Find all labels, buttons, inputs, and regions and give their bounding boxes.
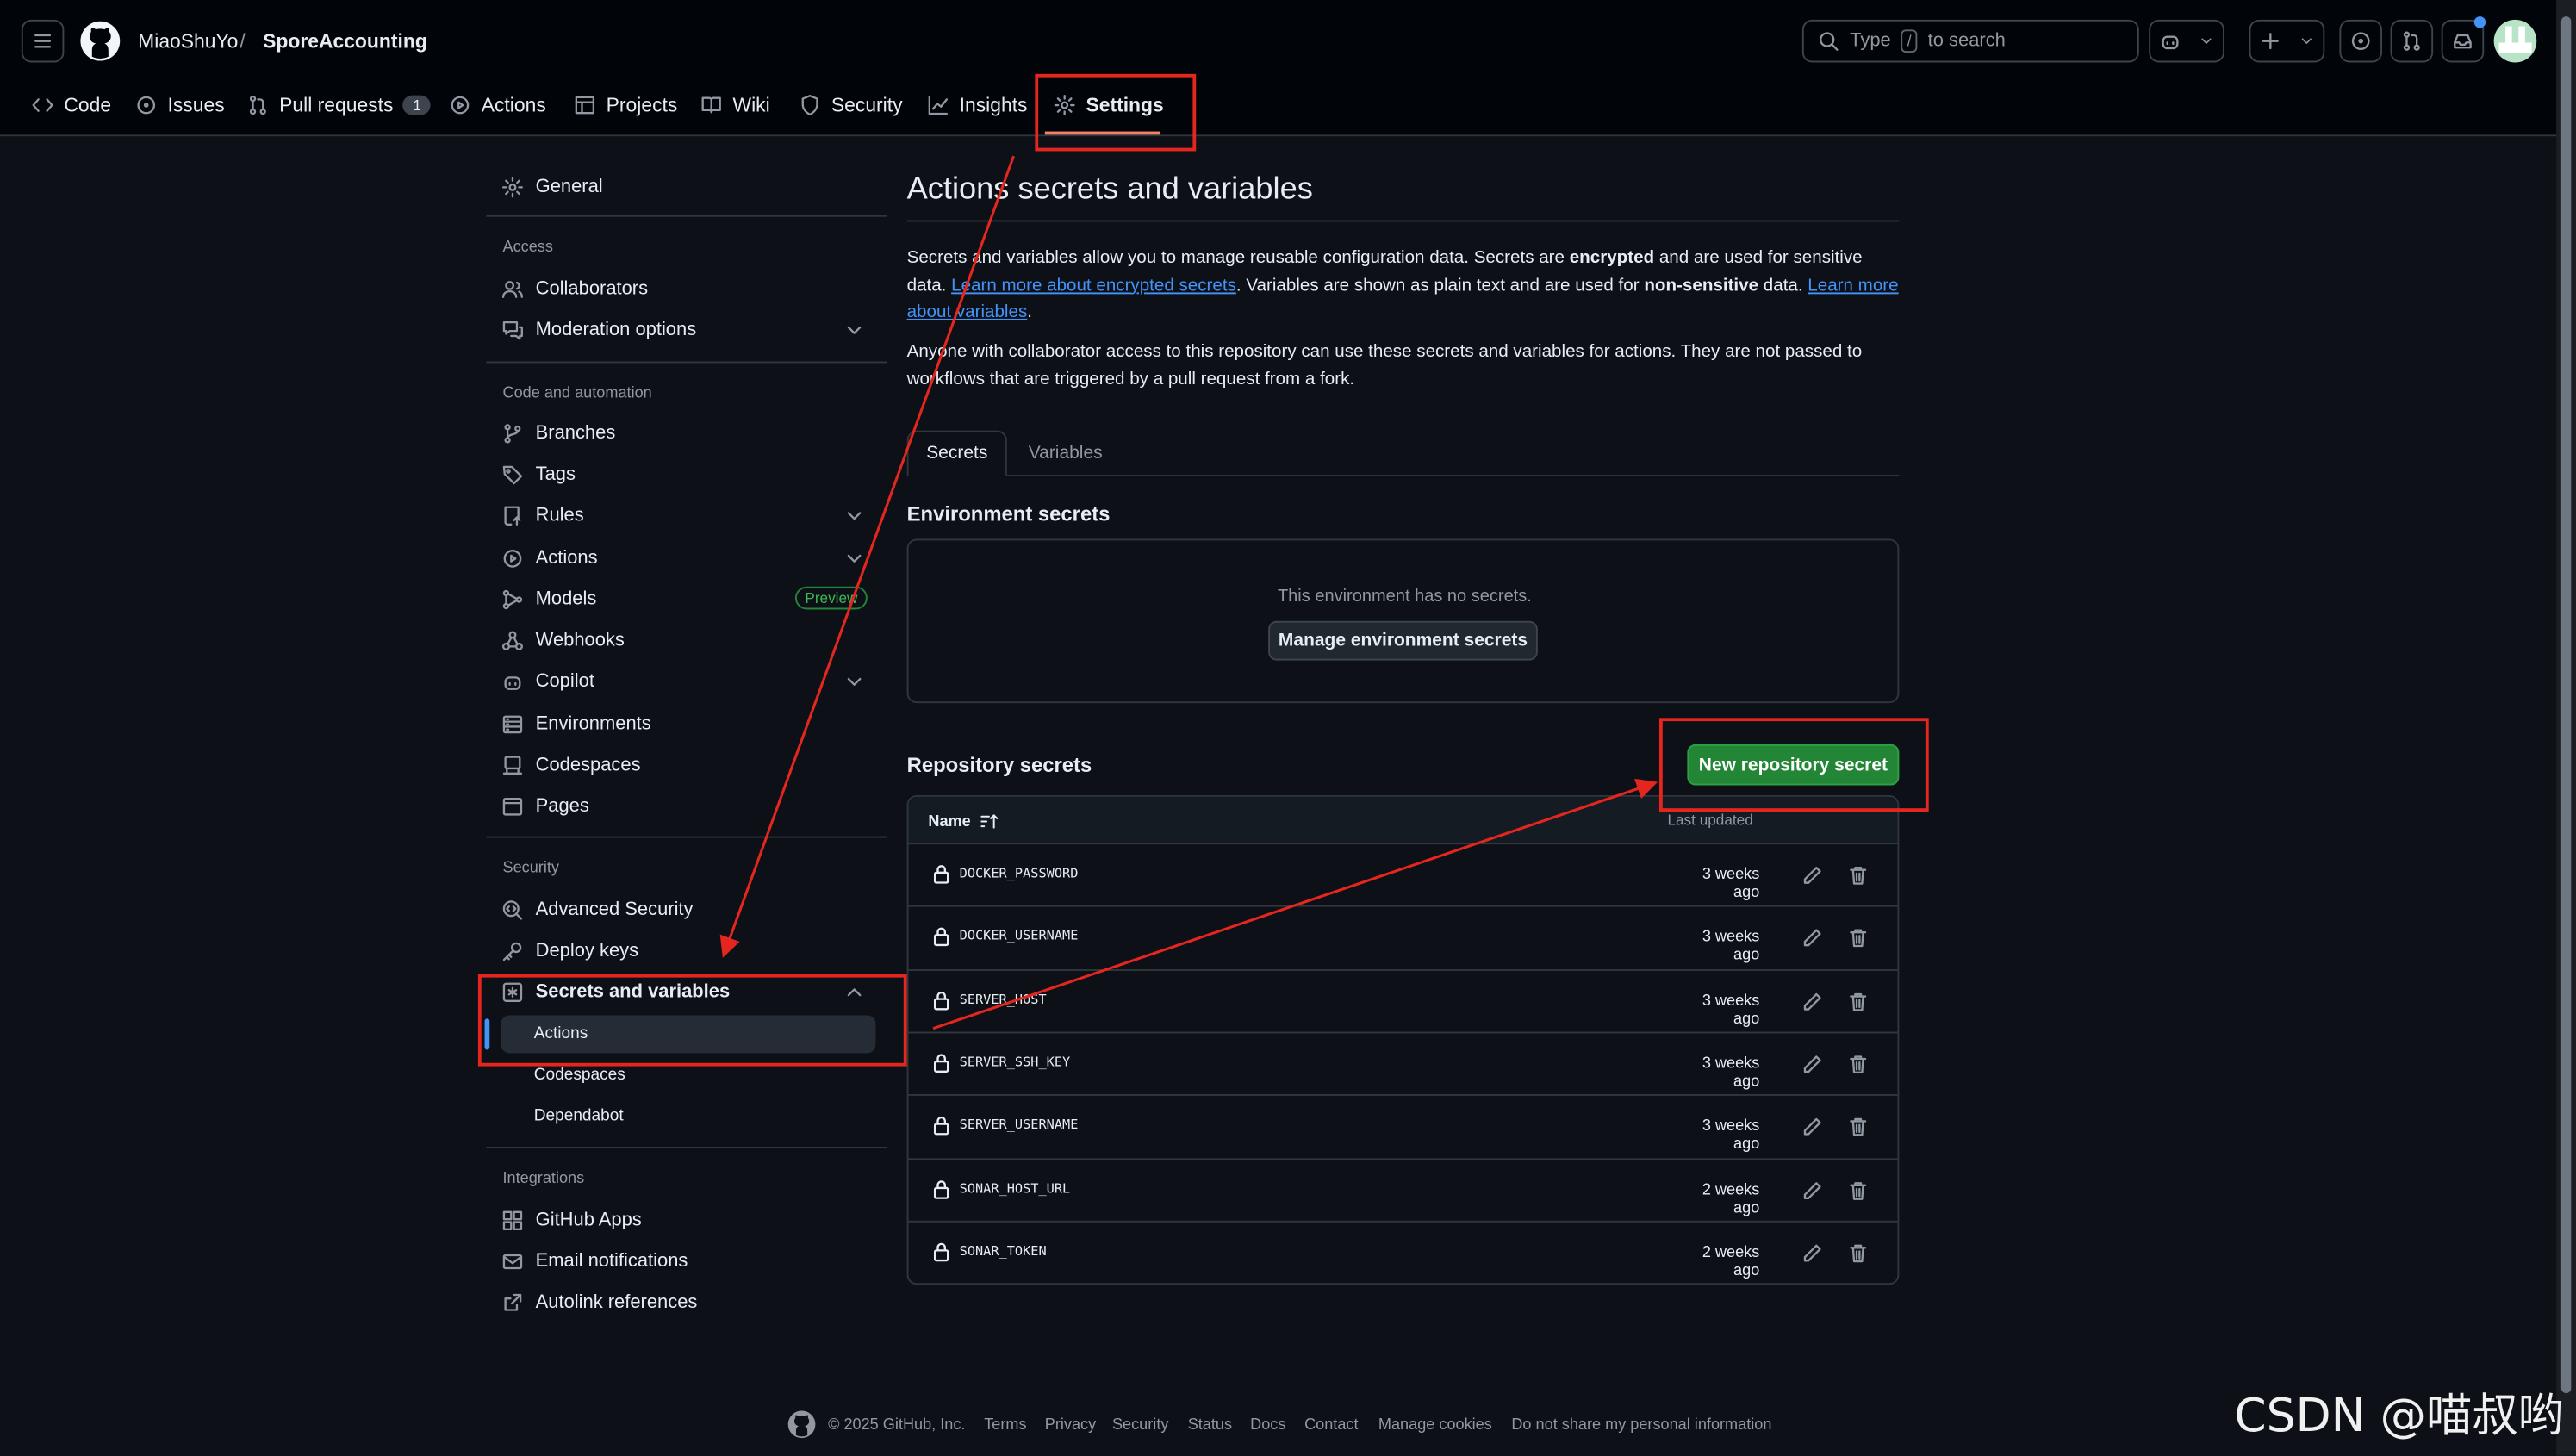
watermark-text: CSDN @喵叔哟 bbox=[2234, 1388, 2565, 1443]
arrow-settings-to-secrets bbox=[719, 155, 1015, 958]
arrow-secrets-to-new-button bbox=[932, 778, 1658, 1030]
annotation-arrows bbox=[719, 155, 1658, 1030]
scrollbar-thumb[interactable] bbox=[2560, 16, 2572, 1394]
